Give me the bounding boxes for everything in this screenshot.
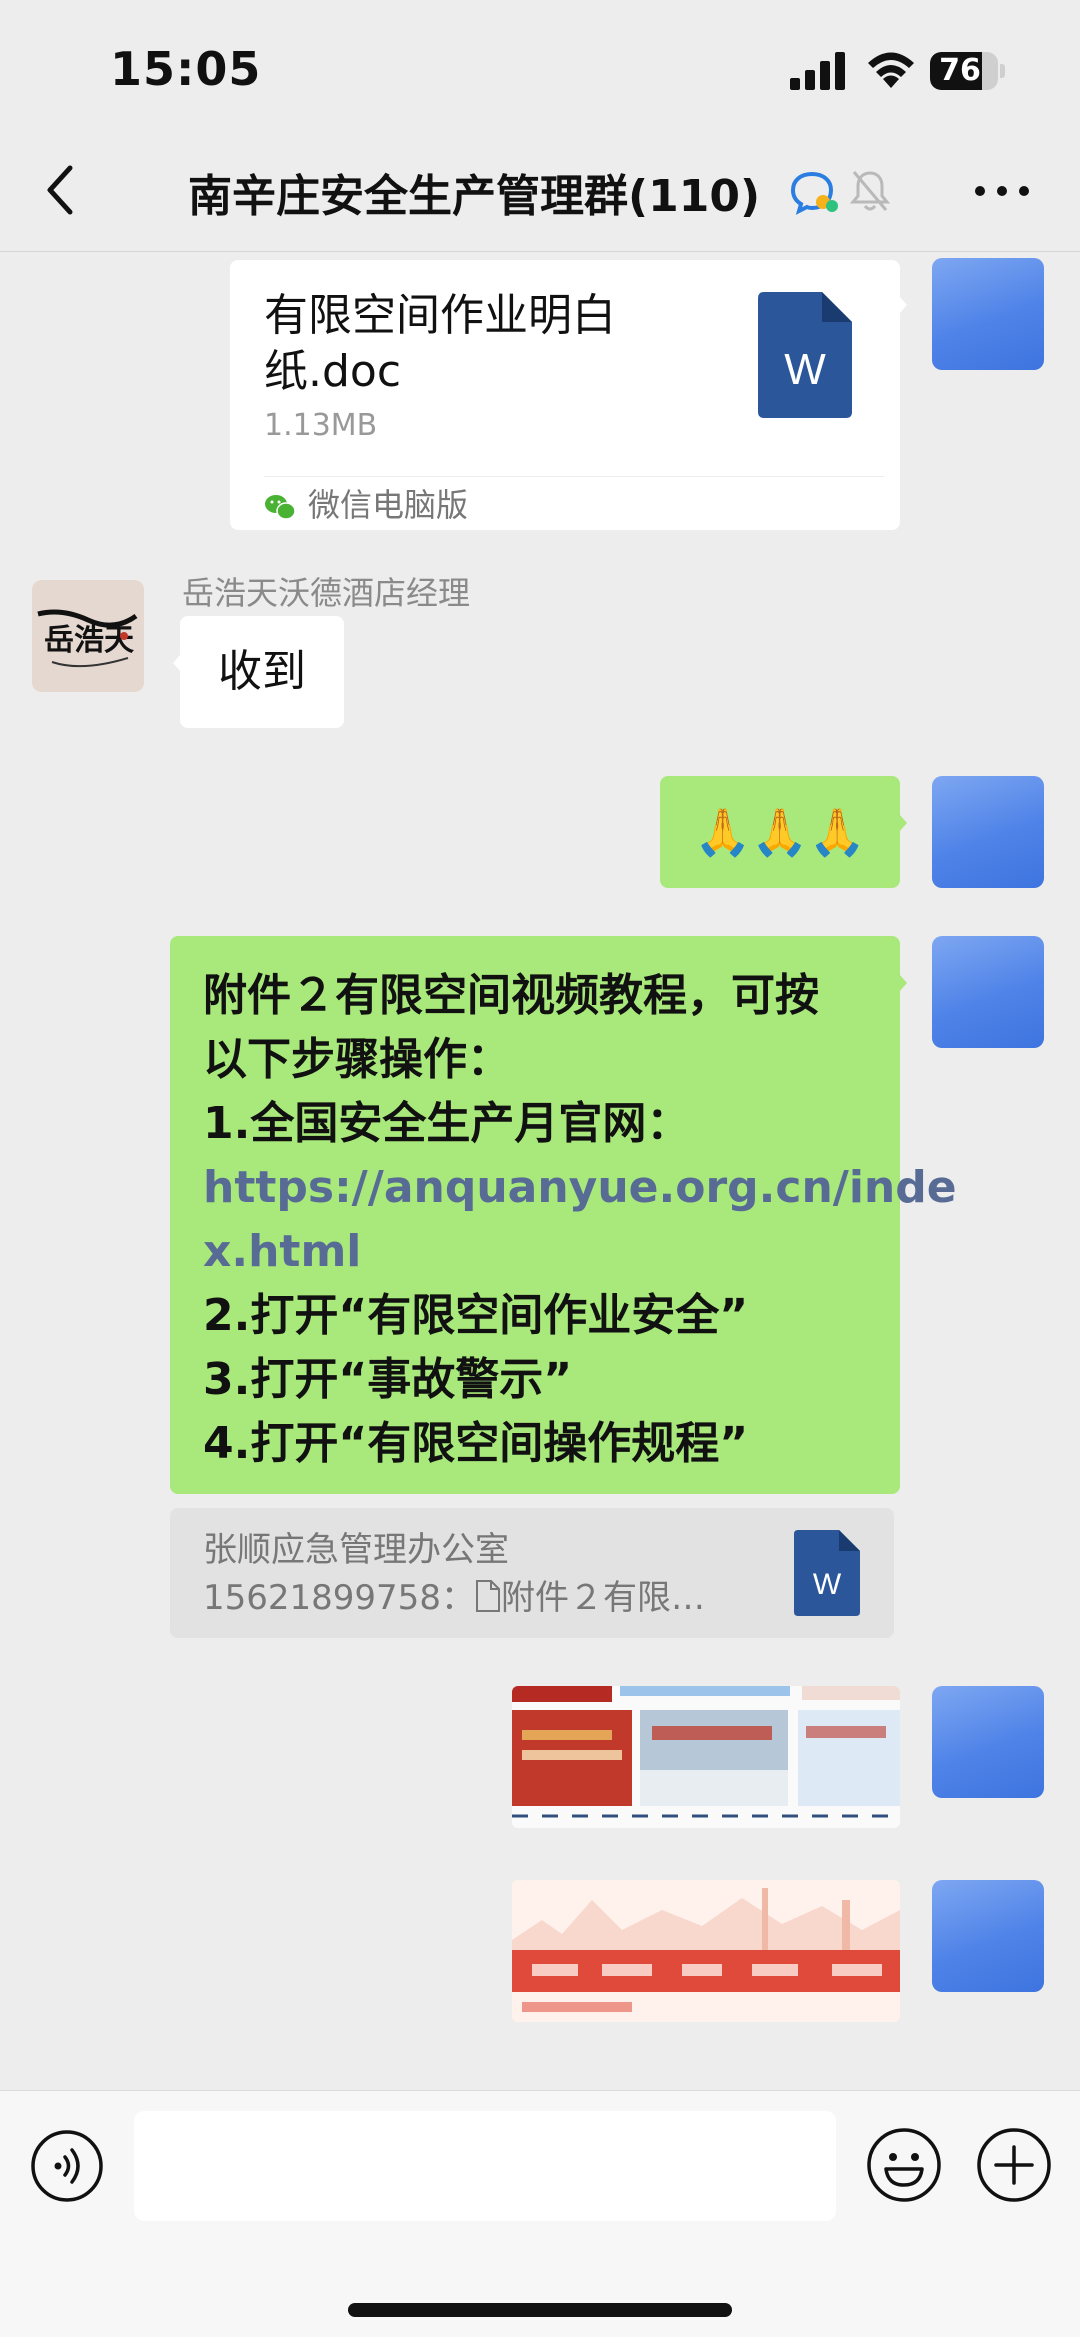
my-avatar[interactable] [932,1686,1044,1798]
message-bubble[interactable]: 收到 [173,616,344,728]
chat-header: 南辛庄安全生产管理群(110) [0,130,1080,252]
image-message[interactable] [512,1686,900,1828]
wifi-icon [868,52,914,88]
svg-text:岳浩天: 岳浩天 [44,623,134,658]
webpage-screenshot-image [512,1686,900,1828]
voice-input-icon[interactable] [30,2129,104,2203]
status-bar: 15:05 76 [0,0,1080,130]
message-line: 3.打开“事故警示” [203,1354,573,1405]
file-source-label: 微信电脑版 [308,486,469,524]
quote-phone: 15621899758： [203,1578,475,1618]
quote-text: 张顺应急管理办公室 15621899758： 附件２有限… [203,1526,705,1622]
cellular-signal-icon [790,52,845,90]
input-bar [0,2090,1080,2337]
battery-icon: 76 [930,52,1006,90]
instruction-message[interactable]: 附件２有限空间视频教程，可按 以下步骤操作： 1.全国安全生产月官网： http… [170,936,957,1494]
mute-notification-icon [849,171,891,211]
message-line: 1.全国安全生产月官网： [203,1098,691,1149]
quote-file-name: 附件２有限… [500,1578,705,1618]
back-arrow-icon[interactable] [36,158,86,222]
word-document-icon: W [758,292,852,418]
file-message[interactable]: 有限空间作业明白纸.doc 1.13MB W 微信电脑版 [230,260,907,530]
quoted-message[interactable]: 张顺应急管理办公室 15621899758： 附件２有限… W [170,1508,894,1638]
webpage-banner-image [512,1880,900,2022]
file-source: 微信电脑版 [264,482,468,528]
plus-icon[interactable] [976,2127,1052,2203]
message-line: 2.打开“有限空间作业安全” [203,1290,749,1341]
more-options-icon[interactable] [970,172,1034,210]
website-link[interactable]: https://anquanyue.org.cn/inde [203,1156,957,1220]
document-icon [475,1580,500,1612]
sender-name: 岳浩天沃德酒店经理 [182,574,471,612]
message-line: 4.打开“有限空间操作规程” [203,1418,749,1469]
message-input[interactable] [134,2111,836,2221]
message-line: 附件２有限空间视频教程，可按 [203,970,819,1021]
sender-avatar-image: 岳浩天 [32,580,144,692]
wechat-icon [265,495,296,520]
group-chat-icon [790,171,838,215]
my-avatar[interactable] [932,776,1044,888]
my-avatar[interactable] [932,258,1044,370]
my-avatar[interactable] [932,1880,1044,1992]
my-avatar[interactable] [932,936,1044,1048]
message-line: 以下步骤操作： [203,1034,511,1085]
sender-avatar[interactable]: 岳浩天 [32,580,144,692]
image-message[interactable] [512,1880,900,2022]
website-link-continued[interactable]: x.html [203,1220,870,1284]
svg-text:W: W [813,1568,842,1601]
emoji-icon[interactable] [866,2127,942,2203]
file-size: 1.13MB [264,408,378,443]
svg-text:W: W [784,345,826,394]
file-name: 有限空间作业明白纸.doc [264,290,616,397]
home-indicator [348,2303,732,2317]
word-document-icon: W [794,1530,860,1616]
chat-title: 南辛庄安全生产管理群(110) [188,171,761,222]
status-time: 15:05 [110,42,262,96]
battery-level: 76 [939,53,981,88]
emoji-message[interactable]: 🙏🙏🙏 [660,776,907,888]
quote-author: 张顺应急管理办公室 [203,1530,509,1570]
